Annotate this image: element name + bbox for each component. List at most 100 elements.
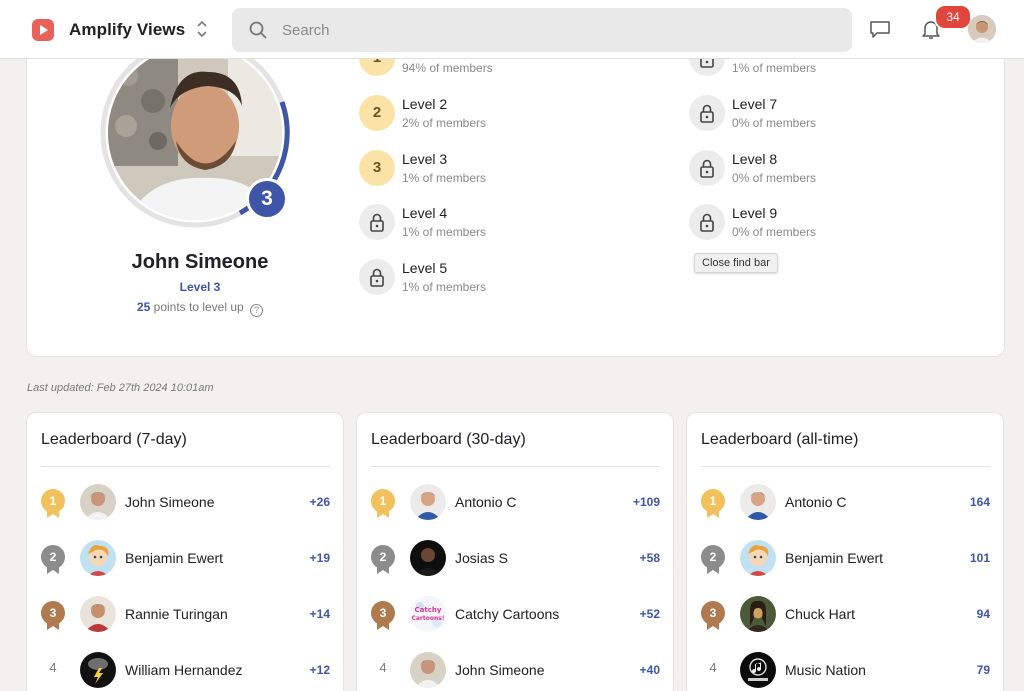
- member-avatar[interactable]: [410, 484, 446, 520]
- member-avatar[interactable]: [410, 540, 446, 576]
- leaderboard-title: Leaderboard (all-time): [701, 431, 859, 448]
- leaderboard-row[interactable]: 1 Antonio C 164: [687, 482, 1005, 522]
- member-avatar[interactable]: [80, 540, 116, 576]
- leaderboard-row[interactable]: 4 Music Nation 79: [687, 650, 1005, 690]
- divider: [371, 466, 660, 467]
- app-name[interactable]: Amplify Views: [69, 20, 185, 40]
- medal-icon: 3: [371, 601, 395, 631]
- level-percentage: 1% of members: [402, 171, 487, 185]
- leaderboard-row[interactable]: 4 William Hernandez +12: [27, 650, 345, 690]
- member-avatar[interactable]: [740, 596, 776, 632]
- search-bar[interactable]: [232, 8, 852, 52]
- member-name[interactable]: William Hernandez: [125, 662, 242, 678]
- medal-icon: 3: [41, 601, 65, 631]
- level-name: Level 4: [402, 205, 448, 221]
- member-name[interactable]: Benjamin Ewert: [785, 550, 883, 566]
- lock-icon: [359, 204, 395, 240]
- member-avatar[interactable]: [80, 596, 116, 632]
- chat-icon[interactable]: [868, 17, 892, 41]
- rank-number: 1: [701, 489, 725, 513]
- member-points: +26: [309, 495, 330, 509]
- leaderboard-row[interactable]: 2 Benjamin Ewert 101: [687, 538, 1005, 578]
- member-name[interactable]: John Simeone: [125, 494, 215, 510]
- rank-number: 2: [701, 545, 725, 569]
- level-item: Level 9 0% of members: [689, 204, 949, 244]
- level-name: Level 7: [732, 96, 778, 112]
- medal-icon: 2: [41, 545, 65, 575]
- medal-icon: 2: [371, 545, 395, 575]
- member-points: 164: [969, 495, 990, 509]
- member-name[interactable]: Rannie Turingan: [125, 606, 228, 622]
- question-circle-icon[interactable]: ?: [250, 304, 264, 317]
- member-avatar[interactable]: [740, 652, 776, 688]
- member-points: +14: [309, 607, 330, 621]
- member-points: 101: [969, 551, 990, 565]
- chevron-updown-icon[interactable]: [194, 18, 210, 40]
- medal-icon: 1: [41, 489, 65, 519]
- member-points: 79: [976, 663, 990, 677]
- user-avatar[interactable]: [968, 15, 996, 43]
- rank-number: 2: [41, 545, 65, 569]
- rank-number: 2: [371, 545, 395, 569]
- level-name: Level 9: [732, 205, 778, 221]
- member-points: +52: [639, 607, 660, 621]
- member-name[interactable]: Music Nation: [785, 662, 866, 678]
- member-avatar[interactable]: [80, 484, 116, 520]
- member-avatar[interactable]: Catchy Cartoons!: [410, 596, 446, 632]
- medal-icon: 3: [701, 601, 725, 631]
- leaderboard-row[interactable]: 1 John Simeone +26: [27, 482, 345, 522]
- member-name[interactable]: Catchy Cartoons: [455, 606, 559, 622]
- leaderboard-row[interactable]: 3 Chuck Hart 94: [687, 594, 1005, 634]
- leaderboard-row[interactable]: 2 Benjamin Ewert +19: [27, 538, 345, 578]
- level-percentage: 2% of members: [402, 116, 487, 130]
- play-logo-icon[interactable]: [32, 19, 54, 41]
- notification-badge: 34: [934, 4, 972, 30]
- leaderboard-row[interactable]: 3 Catchy Cartoons! Catchy Cartoons +52: [357, 594, 675, 634]
- leaderboard-row[interactable]: 4 John Simeone +40: [357, 650, 675, 690]
- search-icon: [249, 21, 267, 39]
- leaderboard-title: Leaderboard (7-day): [41, 431, 187, 448]
- member-name[interactable]: Chuck Hart: [785, 606, 855, 622]
- points-suffix: points to level up: [153, 300, 244, 314]
- level-item: 2 Level 2 2% of members: [359, 95, 619, 135]
- member-avatar[interactable]: [410, 652, 446, 688]
- level-percentage: 1% of members: [402, 280, 487, 294]
- level-item: Level 4 1% of members: [359, 204, 619, 244]
- level-item: Level 7 0% of members: [689, 95, 949, 135]
- leaderboard-row[interactable]: 1 Antonio C +109: [357, 482, 675, 522]
- rank-number: 3: [41, 601, 65, 625]
- leaderboard-row[interactable]: 3 Rannie Turingan +14: [27, 594, 345, 634]
- last-updated: Last updated: Feb 27th 2024 10:01am: [27, 382, 214, 394]
- lock-icon: [689, 204, 725, 240]
- lock-icon: [689, 150, 725, 186]
- member-name[interactable]: John Simeone: [455, 662, 545, 678]
- divider: [701, 466, 990, 467]
- medal-icon: 2: [701, 545, 725, 575]
- member-name[interactable]: Benjamin Ewert: [125, 550, 223, 566]
- level-percentage: 0% of members: [732, 116, 817, 130]
- close-find-bar-tooltip: Close find bar: [694, 253, 778, 273]
- leaderboard-title: Leaderboard (30-day): [371, 431, 526, 448]
- member-points: +19: [309, 551, 330, 565]
- points-value: 25: [136, 300, 151, 314]
- svg-text:Catchy: Catchy: [415, 606, 442, 614]
- profile-level: Level 3: [179, 280, 221, 294]
- member-avatar[interactable]: [740, 540, 776, 576]
- member-avatar[interactable]: [80, 652, 116, 688]
- search-input[interactable]: [282, 8, 822, 52]
- rank-number: 3: [371, 601, 395, 625]
- member-name[interactable]: Josias S: [455, 550, 508, 566]
- member-points: 94: [976, 607, 990, 621]
- member-points: +12: [309, 663, 330, 677]
- leaderboard-row[interactable]: 2 Josias S +58: [357, 538, 675, 578]
- medal-icon: 1: [371, 489, 395, 519]
- leaderboard-card: Leaderboard (all-time) 1 Antonio C 164 2 Benj…: [686, 412, 1004, 691]
- level-item: Level 8 0% of members: [689, 150, 949, 190]
- level-percentage: 1% of members: [402, 225, 487, 239]
- member-name[interactable]: Antonio C: [455, 494, 516, 510]
- member-avatar[interactable]: [740, 484, 776, 520]
- level-number: 2: [359, 95, 395, 131]
- lock-icon: [689, 95, 725, 131]
- member-name[interactable]: Antonio C: [785, 494, 846, 510]
- medal-icon: 1: [701, 489, 725, 519]
